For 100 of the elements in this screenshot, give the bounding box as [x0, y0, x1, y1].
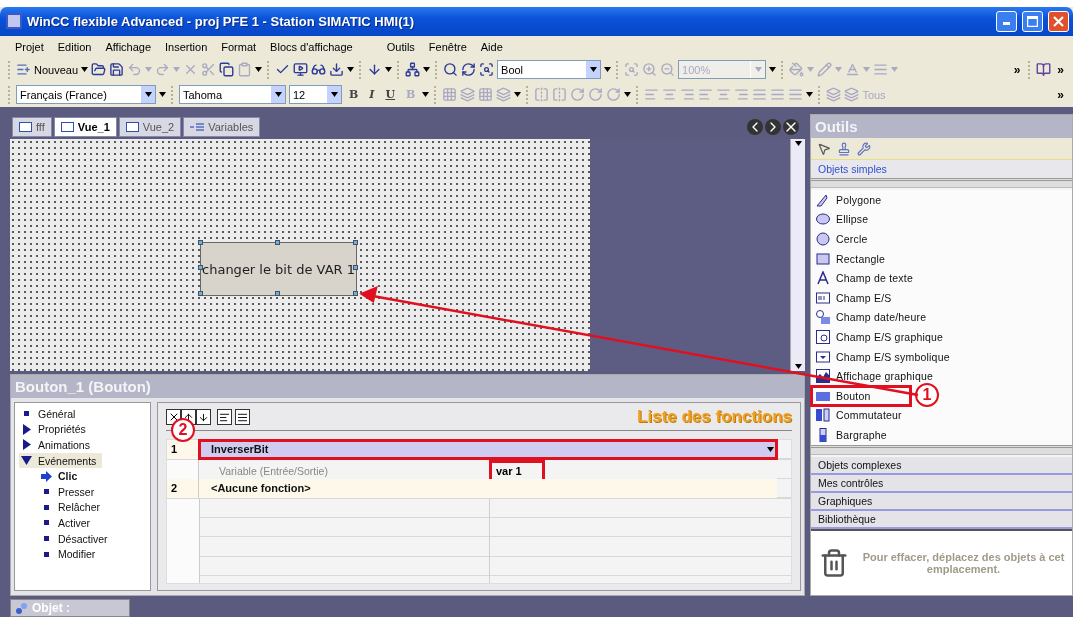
maximize-button[interactable]	[1022, 10, 1043, 32]
selection-handle[interactable]	[198, 240, 203, 245]
selection-handle[interactable]	[198, 291, 203, 296]
selection-handle[interactable]	[198, 265, 203, 270]
text-style-button[interactable]: B	[345, 88, 363, 102]
tool-item[interactable]: Champ date/heure	[811, 307, 1072, 328]
category-header[interactable]: Graphiques	[811, 493, 1072, 511]
category-header[interactable]: Objets complexes	[811, 457, 1072, 475]
font-size-combo[interactable]: 12	[289, 85, 342, 105]
line-style-icon[interactable]	[873, 62, 889, 78]
new-icon[interactable]	[16, 62, 31, 78]
category-header[interactable]: Mes contrôles	[811, 475, 1072, 493]
toolbar-overflow-button[interactable]: »	[1057, 87, 1064, 102]
tool-item[interactable]: Champ de texte	[811, 268, 1072, 288]
tool-item[interactable]: Champ E/S graphique	[811, 327, 1072, 347]
list-button[interactable]	[235, 409, 250, 425]
flip-icon[interactable]	[534, 87, 550, 103]
tree-item[interactable]: Animations	[19, 437, 96, 453]
align-right-icon[interactable]	[680, 87, 696, 103]
minimize-button[interactable]	[996, 10, 1017, 32]
tree-item[interactable]: Presser	[19, 483, 101, 500]
tree-item[interactable]: Evénements	[19, 452, 103, 469]
font-combo[interactable]: Tahoma	[179, 85, 286, 105]
selection-handle[interactable]	[353, 240, 358, 245]
tree-item[interactable]: Propriétés	[19, 421, 92, 438]
tool-item[interactable]: Commutateur	[811, 405, 1072, 426]
help-book-icon[interactable]	[1036, 62, 1052, 78]
align-left-icon[interactable]	[644, 87, 660, 103]
tool-item[interactable]: Cercle	[811, 229, 1072, 249]
menu-item[interactable]: Fenêtre	[421, 40, 474, 53]
layers-icon[interactable]	[826, 87, 842, 103]
zoom-out-icon[interactable]	[660, 62, 676, 78]
hmi-button[interactable]: changer le bit de VAR 1	[200, 242, 357, 296]
line-color-icon[interactable]	[817, 62, 833, 78]
network-icon[interactable]	[405, 62, 421, 78]
scan-icon[interactable]	[479, 62, 495, 78]
vertical-scrollbar[interactable]	[790, 139, 805, 371]
tool-item[interactable]: Polygone	[811, 190, 1072, 210]
distribute-icon[interactable]	[752, 87, 768, 103]
layers-all-icon[interactable]	[844, 87, 860, 103]
selection-handle[interactable]	[353, 291, 358, 296]
insert-button[interactable]	[217, 409, 232, 425]
category-header[interactable]: Bibliothèque	[811, 511, 1072, 529]
pointer-icon[interactable]	[817, 141, 831, 156]
screen-tab[interactable]: Vue_2	[118, 116, 182, 137]
splitter-bar[interactable]	[811, 178, 1072, 188]
zoom-in-icon[interactable]	[642, 62, 658, 78]
stamp-icon[interactable]	[837, 141, 851, 156]
text-style-button[interactable]: U	[381, 88, 400, 102]
menu-item[interactable]: Blocs d'affichage	[263, 40, 360, 53]
tool-item[interactable]: Rectangle	[811, 248, 1072, 269]
tool-item[interactable]: Ellipse	[811, 209, 1072, 230]
toolbar-overflow-button[interactable]: »	[1013, 62, 1021, 77]
wrench-icon[interactable]	[857, 141, 871, 156]
selection-handle[interactable]	[275, 291, 280, 296]
tool-item[interactable]: Champ E/S	[811, 287, 1072, 308]
zoom-selection-icon[interactable]	[624, 62, 640, 78]
tree-item[interactable]: Relâcher	[19, 499, 107, 516]
fill-color-icon[interactable]	[789, 62, 805, 78]
menu-item[interactable]: Aide	[473, 40, 510, 53]
toolbar-overflow-button[interactable]: »	[1057, 62, 1064, 77]
new-button[interactable]: Nouveau	[34, 63, 79, 76]
menu-item[interactable]: Insertion	[158, 40, 215, 53]
font-color-icon[interactable]	[845, 62, 861, 78]
glasses-icon[interactable]	[311, 62, 327, 78]
layer-icon[interactable]	[460, 87, 476, 103]
close-icon[interactable]	[783, 118, 799, 135]
copy-icon[interactable]	[219, 62, 235, 78]
language-combo[interactable]: Français (France)	[16, 85, 156, 105]
menu-item[interactable]: Projet	[8, 40, 51, 53]
down-arrow-icon[interactable]	[367, 62, 383, 78]
tool-item[interactable]: Bargraphe	[811, 425, 1072, 445]
tree-item[interactable]: Modifier	[19, 546, 102, 562]
tree-item[interactable]: Activer	[19, 515, 97, 531]
tool-item[interactable]: Champ E/S symbolique	[811, 346, 1072, 367]
screen-tab[interactable]: Vue_1	[53, 116, 117, 137]
menu-item[interactable]: Format	[214, 40, 264, 53]
section-header[interactable]: Objets simples	[811, 160, 1072, 178]
move-down-button[interactable]	[196, 409, 211, 425]
close-button[interactable]	[1048, 10, 1069, 32]
simulate-icon[interactable]	[293, 62, 309, 78]
tree-item[interactable]: Désactiver	[19, 530, 114, 547]
menu-item[interactable]: Edition	[50, 40, 99, 53]
screen-tab[interactable]: Variables	[183, 116, 261, 137]
screen-canvas[interactable]: changer le bit de VAR 1	[10, 139, 590, 371]
mirror-icon[interactable]	[552, 87, 568, 103]
refresh-icon[interactable]	[461, 62, 477, 78]
variable-combo[interactable]: Bool	[497, 60, 602, 80]
previous-icon[interactable]	[747, 118, 763, 135]
open-icon[interactable]	[91, 62, 107, 78]
menu-item[interactable]: Affichage	[98, 40, 159, 53]
transfer-icon[interactable]	[329, 62, 345, 78]
group-icon[interactable]	[442, 87, 458, 103]
tree-item[interactable]: Clic	[19, 468, 84, 484]
selection-handle[interactable]	[353, 265, 358, 270]
next-icon[interactable]	[765, 118, 781, 135]
redo-icon[interactable]	[155, 62, 171, 78]
align-center-icon[interactable]	[662, 87, 678, 103]
function-cell[interactable]: <Aucune fonction>	[199, 479, 777, 498]
text-style-button[interactable]: I	[365, 88, 379, 102]
